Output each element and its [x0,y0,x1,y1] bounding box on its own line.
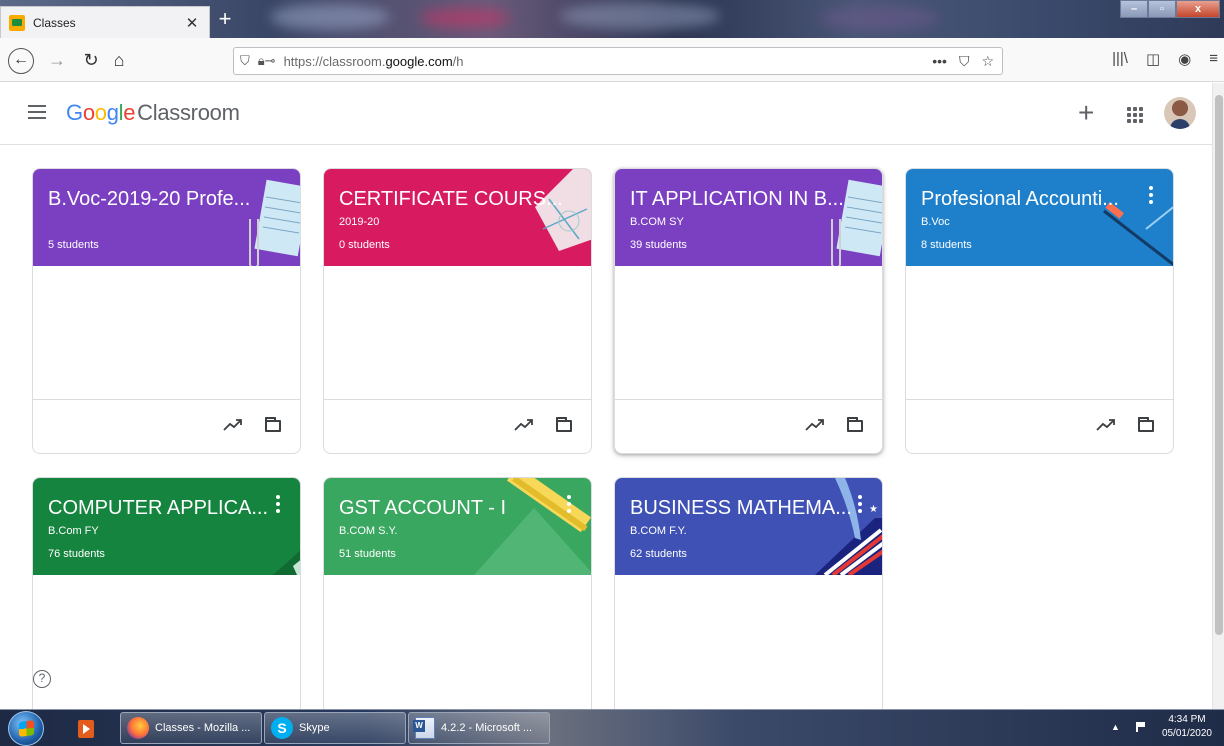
word-icon [413,717,435,739]
class-banner[interactable]: B.Voc-2019-20 Profe... 5 students [33,169,300,266]
class-card[interactable]: COMPUTER APPLICA... B.Com FY 76 students [32,477,301,737]
class-options-icon[interactable] [1146,186,1156,204]
folder-icon[interactable] [1138,417,1154,432]
trending-up-icon[interactable] [1096,418,1116,432]
bookmark-star-icon[interactable]: ☆ [981,53,994,70]
student-count: 0 students [339,239,390,251]
main-menu-icon[interactable] [28,105,46,119]
url-bar[interactable]: ⛉ 🔒︎⊸ https://classroom.google.com/h •••… [233,47,1003,75]
library-icon[interactable]: |||\ [1112,50,1128,68]
close-tab-icon[interactable]: ✕ [183,14,201,32]
student-count: 76 students [48,548,105,560]
window-controls: – ▫ x [1120,0,1220,18]
shield-icon[interactable]: ⛉ [240,53,250,69]
help-icon[interactable]: ? [33,670,51,688]
browser-tab-strip: Classes ✕ + – ▫ x [0,0,1224,38]
class-section: B.COM S.Y. [339,525,398,537]
class-name[interactable]: B.Voc-2019-20 Profe... [48,188,300,211]
account-icon[interactable]: ◉ [1178,50,1191,68]
card-footer [324,399,591,453]
class-section: B.COM SY [630,216,684,228]
taskbar-item-word[interactable]: 4.2.2 - Microsoft ... [408,712,550,744]
class-card[interactable]: IT APPLICATION IN B... B.COM SY 39 stude… [614,168,883,454]
system-tray: ▲ 4:34 PM 05/01/2020 [1111,713,1212,741]
class-card[interactable]: BUSINESS MATHEMA... B.COM F.Y. 62 studen… [614,477,883,737]
taskbar-item-firefox[interactable]: Classes - Mozilla ... [120,712,262,744]
class-card[interactable]: B.Voc-2019-20 Profe... 5 students [32,168,301,454]
new-tab-button[interactable]: + [214,8,236,30]
url-text: https://classroom.google.com/h [283,53,464,69]
classroom-favicon-icon [9,14,25,31]
sidebar-icon[interactable]: ◫ [1146,50,1160,68]
class-name[interactable]: BUSINESS MATHEMA... [630,497,882,520]
start-button[interactable] [8,711,44,746]
trending-up-icon[interactable] [805,418,825,432]
lock-icon[interactable]: 🔒︎⊸ [258,53,276,69]
class-banner[interactable]: CERTIFICATE COURS... 2019-20 0 students [324,169,591,266]
browser-navbar: ← → ↻ ⌂ ⛉ 🔒︎⊸ https://classroom.google.c… [0,38,1224,82]
student-count: 5 students [48,239,99,251]
class-section: B.Voc [921,216,950,228]
class-card[interactable]: CERTIFICATE COURS... 2019-20 0 students [323,168,592,454]
trending-up-icon[interactable] [223,418,243,432]
student-count: 51 students [339,548,396,560]
clock-date: 05/01/2020 [1161,728,1212,739]
show-hidden-icons-icon[interactable]: ▲ [1111,722,1120,732]
class-name[interactable]: COMPUTER APPLICA... [48,497,300,520]
forward-button[interactable]: → [44,48,70,74]
google-classroom-logo[interactable]: GoogleClassroom [66,100,240,126]
class-options-icon[interactable] [855,495,865,513]
class-card[interactable]: GST ACCOUNT - I B.COM S.Y. 51 students [323,477,592,737]
close-window-button[interactable]: x [1176,0,1220,18]
clock-time: 4:34 PM [1168,714,1206,725]
student-count: 39 students [630,239,687,251]
folder-icon[interactable] [556,417,572,432]
skype-icon: S [271,717,293,739]
student-count: 8 students [921,239,972,251]
classroom-header: GoogleClassroom + [0,83,1212,145]
card-footer [906,399,1173,453]
class-options-icon[interactable] [273,495,283,513]
class-name[interactable]: Profesional Accounti... [921,188,1173,211]
class-card[interactable]: Profesional Accounti... B.Voc 8 students [905,168,1174,454]
back-button[interactable]: ← [8,48,34,74]
home-button[interactable]: ⌂ [106,48,132,74]
class-banner[interactable]: Profesional Accounti... B.Voc 8 students [906,169,1173,266]
menu-icon[interactable]: ≡ [1209,50,1218,68]
class-banner[interactable]: GST ACCOUNT - I B.COM S.Y. 51 students [324,478,591,575]
tab-title: Classes [33,15,76,30]
reload-button[interactable]: ↻ [78,48,104,74]
class-banner[interactable]: BUSINESS MATHEMA... B.COM F.Y. 62 studen… [615,478,882,575]
minimize-button[interactable]: – [1120,0,1148,18]
media-player-icon[interactable] [78,720,94,738]
class-name[interactable]: CERTIFICATE COURS... [339,188,591,211]
class-banner[interactable]: IT APPLICATION IN B... B.COM SY 39 stude… [615,169,882,266]
windows-taskbar: Classes - Mozilla ... S Skype 4.2.2 - Mi… [0,709,1224,746]
page-scrollbar[interactable] [1212,83,1224,709]
trending-up-icon[interactable] [514,418,534,432]
page-actions-icon[interactable]: ••• [932,53,947,70]
card-footer [33,399,300,453]
folder-icon[interactable] [265,417,281,432]
taskbar-item-skype[interactable]: S Skype [264,712,406,744]
folder-icon[interactable] [847,417,863,432]
class-section: B.COM F.Y. [630,525,687,537]
student-count: 62 students [630,548,687,560]
action-center-flag-icon[interactable] [1135,722,1146,732]
create-join-class-icon[interactable]: + [1078,97,1094,129]
pocket-icon[interactable]: ⛉ [959,53,970,70]
class-name[interactable]: GST ACCOUNT - I [339,497,591,520]
class-section: B.Com FY [48,525,99,537]
firefox-icon [127,717,149,739]
browser-tab-classes[interactable]: Classes ✕ [0,6,210,38]
maximize-button[interactable]: ▫ [1148,0,1176,18]
class-name[interactable]: IT APPLICATION IN B... [630,188,882,211]
clock[interactable]: 4:34 PM 05/01/2020 [1162,713,1212,741]
class-options-icon[interactable] [564,495,574,513]
card-footer [615,399,882,453]
avatar[interactable] [1164,97,1196,129]
google-apps-icon[interactable] [1127,107,1143,123]
class-banner[interactable]: COMPUTER APPLICA... B.Com FY 76 students [33,478,300,575]
class-section: 2019-20 [339,216,380,228]
